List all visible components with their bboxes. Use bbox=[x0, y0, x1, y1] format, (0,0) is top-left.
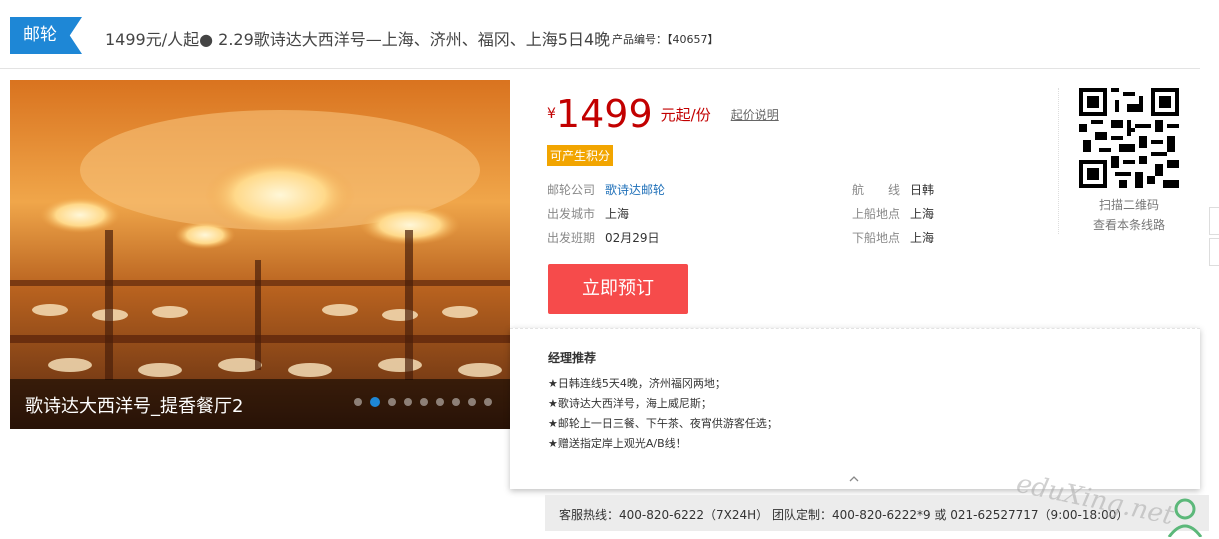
info-depart-city: 出发城市 上海 bbox=[547, 205, 629, 222]
currency-symbol: ¥ bbox=[547, 106, 556, 122]
slide-caption: 歌诗达大西洋号_提香餐厅2 bbox=[25, 396, 244, 417]
points-badge: 可产生积分 bbox=[547, 145, 614, 166]
info-alight: 下船地点 上海 bbox=[852, 229, 934, 246]
slide-dot[interactable] bbox=[404, 398, 412, 406]
hotline-text: 客服热线：400-820-6222（7X24H） 团队定制：400-820-62… bbox=[559, 508, 1129, 522]
product-code-label: 产品编号：【40657】 bbox=[612, 31, 719, 47]
board-value: 上海 bbox=[910, 207, 935, 221]
slide-dot[interactable] bbox=[436, 398, 444, 406]
schedule-label: 出发班期 bbox=[547, 231, 596, 245]
recommend-item: ★日韩连线5天4晚，济州福冈两地； bbox=[548, 377, 726, 390]
schedule-value: 02月29日 bbox=[605, 231, 660, 245]
slide-dot[interactable] bbox=[484, 398, 492, 406]
info-schedule: 出发班期 02月29日 bbox=[547, 229, 660, 246]
manager-recommend-panel: 经理推荐 ★日韩连线5天4晚，济州福冈两地； ★歌诗达大西洋号，海上威尼斯； ★… bbox=[510, 328, 1200, 489]
side-tab[interactable] bbox=[1209, 238, 1219, 266]
company-label: 邮轮公司 bbox=[547, 183, 596, 197]
price-block: ¥1499 元起/份 起价说明 bbox=[547, 92, 779, 136]
qr-code-icon bbox=[1079, 88, 1179, 188]
qr-caption-view: 查看本条线路 bbox=[1092, 218, 1165, 232]
company-link[interactable]: 歌诗达邮轮 bbox=[605, 183, 665, 197]
price-unit: 元起/份 bbox=[660, 105, 711, 124]
caption-bar: 歌诗达大西洋号_提香餐厅2 bbox=[10, 379, 510, 429]
depart-city-label: 出发城市 bbox=[547, 207, 596, 221]
image-gallery[interactable]: 歌诗达大西洋号_提香餐厅2 bbox=[10, 80, 510, 429]
price-note-link[interactable]: 起价说明 bbox=[731, 108, 779, 122]
product-title: 1499元/人起● 2.29歌诗达大西洋号—上海、济州、福冈、上海5日4晚 bbox=[105, 30, 611, 49]
slide-dot[interactable] bbox=[468, 398, 476, 406]
slide-dot-active[interactable] bbox=[370, 397, 380, 407]
info-company: 邮轮公司 歌诗达邮轮 bbox=[547, 181, 665, 198]
route-value: 日韩 bbox=[910, 183, 935, 197]
book-now-button[interactable]: 立即预订 bbox=[548, 264, 688, 314]
recommend-item: ★歌诗达大西洋号，海上威尼斯； bbox=[548, 397, 712, 410]
slide-dot[interactable] bbox=[452, 398, 460, 406]
slide-dot[interactable] bbox=[388, 398, 396, 406]
recommend-item: ★赠送指定岸上观光A/B线！ bbox=[548, 437, 687, 450]
recommend-item: ★邮轮上一日三餐、下午茶、夜宵供游客任选； bbox=[548, 417, 778, 430]
watermark-person-icon bbox=[1167, 498, 1203, 537]
product-code-caption: 产品编号： bbox=[612, 33, 667, 46]
info-board: 上船地点 上海 bbox=[852, 205, 934, 222]
category-tag[interactable]: 邮轮 bbox=[10, 17, 82, 54]
slide-dot[interactable] bbox=[420, 398, 428, 406]
page-header: 邮轮 1499元/人起● 2.29歌诗达大西洋号—上海、济州、福冈、上海5日4晚… bbox=[0, 0, 1200, 69]
product-code: 【40657】 bbox=[667, 33, 719, 46]
depart-city-value: 上海 bbox=[605, 207, 630, 221]
board-label: 上船地点 bbox=[852, 207, 901, 221]
slide-dot[interactable] bbox=[354, 398, 362, 406]
price-amount: 1499 bbox=[555, 92, 653, 136]
qr-caption-scan: 扫描二维码 bbox=[1098, 198, 1159, 212]
slide-dots[interactable] bbox=[354, 397, 492, 407]
side-tab[interactable] bbox=[1209, 207, 1219, 235]
alight-value: 上海 bbox=[910, 231, 935, 245]
route-label: 航 线 bbox=[852, 183, 901, 197]
alight-label: 下船地点 bbox=[852, 231, 901, 245]
qr-section: 扫描二维码 查看本条线路 bbox=[1058, 88, 1199, 234]
recommend-title: 经理推荐 bbox=[548, 351, 597, 365]
info-route: 航 线日韩 bbox=[852, 181, 934, 198]
chevron-up-icon[interactable] bbox=[848, 474, 860, 484]
dining-hall-photo bbox=[10, 80, 510, 429]
